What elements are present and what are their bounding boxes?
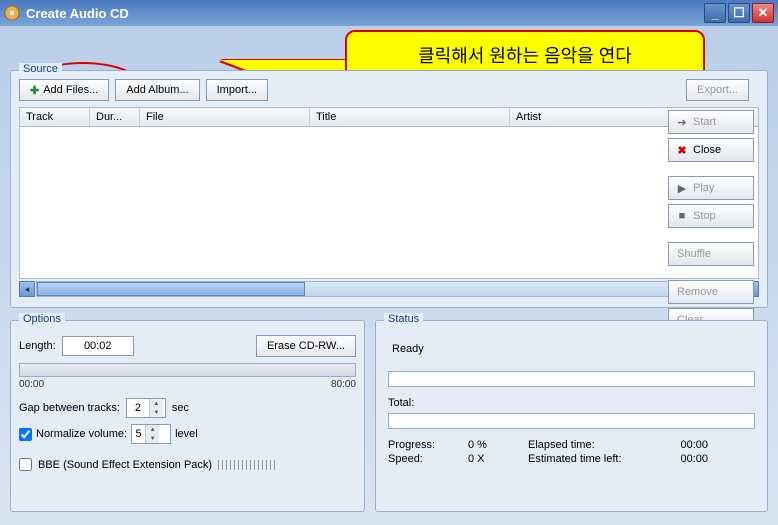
total-label: Total:: [388, 397, 755, 409]
add-album-label: Add Album...: [126, 84, 188, 96]
col-dur[interactable]: Dur...: [90, 108, 140, 126]
close-label: Close: [693, 144, 721, 156]
normalize-label: Normalize volume:: [36, 428, 127, 440]
content: 클릭해서 원하는 음악을 연다 Source ✚ Add Files... Add…: [10, 30, 768, 515]
gap-input[interactable]: [127, 402, 149, 414]
gap-unit: sec: [172, 402, 189, 414]
erase-cdrw-button[interactable]: Erase CD-RW...: [256, 335, 356, 357]
norm-up[interactable]: ▲: [145, 425, 159, 434]
maximize-button[interactable]: ☐: [728, 3, 750, 23]
shuffle-button[interactable]: Shuffle: [668, 242, 754, 266]
start-button[interactable]: ➔ Start: [668, 110, 754, 134]
speed-label: Speed:: [388, 453, 468, 465]
length-scale: [19, 363, 356, 377]
h-scrollbar: ◂ ▸: [19, 281, 759, 297]
import-button[interactable]: Import...: [206, 79, 268, 101]
app-window: Create Audio CD _ ☐ ✕ 클릭해서 원하는 음악을 연다 So…: [0, 0, 778, 525]
play-button[interactable]: ▶ Play: [668, 176, 754, 200]
minimize-button[interactable]: _: [704, 3, 726, 23]
scroll-left-button[interactable]: ◂: [19, 281, 35, 297]
shuffle-label: Shuffle: [677, 248, 711, 260]
app-icon: [4, 5, 20, 21]
add-files-button[interactable]: ✚ Add Files...: [19, 79, 109, 101]
progress-label: Progress:: [388, 439, 468, 451]
options-group: Options Length: Erase CD-RW... 00:00 80:…: [10, 320, 365, 512]
close-window-button[interactable]: ✕: [752, 3, 774, 23]
status-group: Status Ready Total: Progress: 0 % Elapse…: [375, 320, 768, 512]
progress-bar-total: [388, 413, 755, 429]
x-icon: ✖: [677, 144, 687, 157]
remove-label: Remove: [677, 286, 718, 298]
elapsed-label: Elapsed time:: [528, 439, 658, 451]
stop-label: Stop: [693, 210, 716, 222]
erase-label: Erase CD-RW...: [267, 340, 345, 352]
close-button[interactable]: ✖ Close: [668, 138, 754, 162]
export-label: Export...: [697, 84, 738, 96]
normalize-checkbox[interactable]: [19, 428, 32, 441]
col-track[interactable]: Track: [20, 108, 90, 126]
speed-value: 0 X: [468, 453, 528, 465]
status-legend: Status: [384, 313, 423, 325]
start-label: Start: [693, 116, 716, 128]
normalize-spinner[interactable]: ▲▼: [131, 424, 171, 444]
source-buttons: ✚ Add Files... Add Album... Import... Exp…: [19, 79, 759, 101]
length-label: Length:: [19, 340, 56, 352]
plus-icon: ✚: [30, 84, 39, 97]
est-label: Estimated time left:: [528, 453, 658, 465]
remove-button[interactable]: Remove: [668, 280, 754, 304]
export-button[interactable]: Export...: [686, 79, 749, 101]
stop-icon: ■: [677, 210, 687, 222]
bbe-checkbox[interactable]: [19, 458, 32, 471]
table-header: Track Dur... File Title Artist: [19, 107, 759, 127]
bbe-label: BBE (Sound Effect Extension Pack): [38, 459, 212, 471]
side-buttons: ➔ Start ✖ Close ▶ Play ■ Stop Shuffle Remove…: [668, 110, 758, 332]
titlebar: Create Audio CD _ ☐ ✕: [0, 0, 778, 26]
length-input[interactable]: [62, 336, 134, 356]
bbe-slider[interactable]: [218, 460, 278, 470]
window-title: Create Audio CD: [26, 6, 704, 21]
source-group: Source ✚Add Files... Add Album... Import…: [10, 70, 768, 308]
import-label: Import...: [217, 84, 257, 96]
scale-max: 80:00: [331, 379, 356, 390]
normalize-unit: level: [175, 428, 198, 440]
gap-spinner[interactable]: ▲▼: [126, 398, 166, 418]
gap-label: Gap between tracks:: [19, 402, 120, 414]
source-legend: Source: [19, 63, 62, 75]
track-list[interactable]: [19, 127, 759, 279]
scroll-thumb[interactable]: [37, 282, 305, 296]
stop-button[interactable]: ■ Stop: [668, 204, 754, 228]
elapsed-value: 00:00: [658, 439, 708, 451]
add-files-label: Add Files...: [43, 84, 98, 96]
add-album-button[interactable]: Add Album...: [115, 79, 199, 101]
options-legend: Options: [19, 313, 65, 325]
callout-text: 클릭해서 원하는 음악을 연다: [418, 42, 632, 68]
col-title[interactable]: Title: [310, 108, 510, 126]
window-buttons: _ ☐ ✕: [704, 3, 774, 23]
col-file[interactable]: File: [140, 108, 310, 126]
gap-up[interactable]: ▲: [149, 399, 163, 408]
normalize-input[interactable]: [132, 428, 145, 441]
arrow-right-icon: ➔: [677, 116, 687, 129]
status-ready: Ready: [392, 343, 751, 355]
play-label: Play: [693, 182, 714, 194]
status-grid: Progress: 0 % Elapsed time: 00:00 Speed:…: [388, 439, 755, 465]
est-value: 00:00: [658, 453, 708, 465]
scroll-track[interactable]: [36, 281, 742, 297]
progress-value: 0 %: [468, 439, 528, 451]
scale-min: 00:00: [19, 379, 44, 390]
play-icon: ▶: [677, 182, 687, 195]
progress-bar-current: [388, 371, 755, 387]
norm-down[interactable]: ▼: [145, 434, 159, 443]
gap-down[interactable]: ▼: [149, 408, 163, 417]
